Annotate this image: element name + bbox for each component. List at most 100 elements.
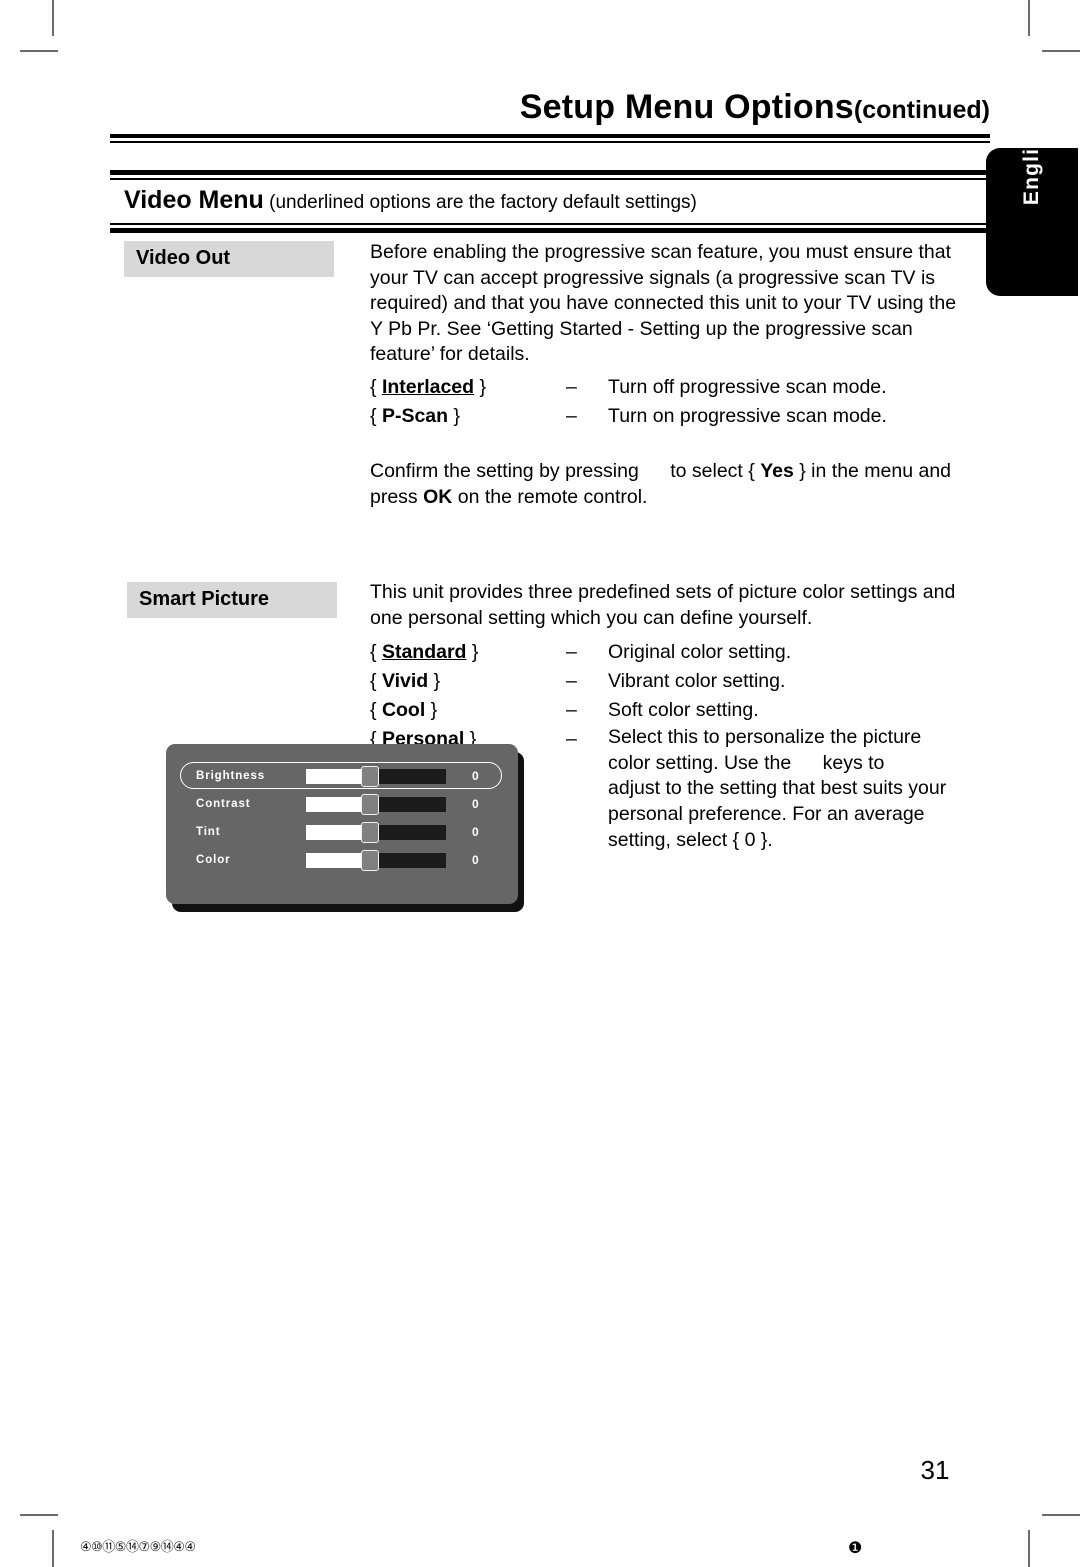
personal-desc-line-2b: keys to [822,751,885,774]
confirm-note-ok: OK [423,485,453,508]
osd-slider-knob[interactable] [361,821,379,843]
option-dash: – [566,404,577,427]
osd-label: Color [196,854,231,866]
osd-slider-knob[interactable] [361,849,379,871]
section-header-bar: Video Menu (underlined options are the f… [110,170,990,233]
entry-body-video-out: Before enabling the progressive scan fea… [370,240,970,510]
option-dash: – [566,699,577,722]
option-description: Original color setting. [608,641,792,664]
option-name: { Interlaced } [370,375,486,398]
entry-label-smart-picture: Smart Picture [127,582,337,618]
option-name: { P-Scan } [370,404,460,427]
osd-value: 0 [472,769,479,783]
option-name-text: Standard [381,641,467,664]
option-name: { Standard } [370,641,479,664]
personal-desc-line-2a: color setting. Use the [608,751,792,774]
osd-slider[interactable] [306,849,446,871]
osd-row-color[interactable]: Color 0 [178,846,506,874]
crop-mark-top-left-vertical [52,0,54,36]
document-page: Setup Menu Options(continued) Video Menu… [0,0,1080,1567]
osd-slider-track-filled [306,768,368,784]
confirm-note-part2: to select { [670,459,755,482]
osd-row-brightness[interactable]: Brightness 0 [178,762,506,790]
option-name-text: Interlaced [381,375,475,398]
option-dash: – [566,728,577,751]
footer-registration-mark: ❶ [848,1540,863,1557]
section-header-text: Video Menu (underlined options are the f… [110,180,990,223]
page-title-main: Setup Menu Options [519,88,854,126]
osd-label: Contrast [196,798,251,810]
smart-picture-intro: This unit provides three predefined sets… [370,581,956,629]
osd-slider-track-filled [306,852,368,868]
osd-slider[interactable] [306,821,446,843]
osd-row-contrast[interactable]: Contrast 0 [178,790,506,818]
personal-desc-line-2: color setting. Use the keys to [608,751,970,777]
confirm-note-yes: Yes [760,459,794,482]
osd-row-list: Brightness 0 Contrast 0 Tint 0 Color 0 [178,762,506,874]
osd-picture-settings-graphic: Brightness 0 Contrast 0 Tint 0 Color 0 [166,744,524,912]
language-tab-english: English [986,121,1078,296]
header-rule-thick [110,134,990,138]
page-number: 31 [920,1455,950,1485]
option-description: Select this to personalize the picture c… [608,725,970,853]
option-row: { Cool } – Soft color setting. [370,696,970,725]
osd-row-tint[interactable]: Tint 0 [178,818,506,846]
video-out-option-list: { Interlaced } – Turn off progressive sc… [370,373,970,431]
crop-mark-bottom-left-horizontal [20,1514,58,1516]
osd-slider[interactable] [306,793,446,815]
option-dash: – [566,641,577,664]
confirm-note-part4: on the remote control. [457,485,648,508]
page-title-continued: (continued) [853,96,990,124]
osd-slider-knob[interactable] [361,793,379,815]
osd-slider-track-empty [368,768,446,784]
header-rule-thin [110,141,990,143]
entry-label-video-out-text: Video Out [136,247,231,269]
crop-mark-bottom-right-horizontal [1042,1514,1080,1516]
option-name-text: Cool [381,699,426,722]
crop-mark-bottom-left-vertical [52,1530,54,1567]
osd-slider-track-filled [306,824,368,840]
osd-label: Tint [196,826,221,838]
personal-desc-line-1: Select this to personalize the picture [608,726,922,749]
option-dash: – [566,375,577,398]
video-out-intro: Before enabling the progressive scan fea… [370,241,957,366]
language-tab-label: English [1020,120,1043,206]
osd-slider-track-empty [368,852,446,868]
option-description: Soft color setting. [608,699,759,722]
option-description: Turn on progressive scan mode. [608,404,887,427]
footer-code-marks: ④⑩⑪⑤⑭⑦⑨⑭④④ [80,1539,196,1554]
section-subtitle: (underlined options are the factory defa… [263,192,697,213]
entry-label-video-out: Video Out [124,241,334,277]
osd-slider-track-empty [368,824,446,840]
option-row: { Interlaced } – Turn off progressive sc… [370,373,970,402]
osd-value: 0 [472,825,479,839]
osd-value: 0 [472,853,479,867]
video-out-confirm-note: Confirm the setting by pressing to selec… [370,459,970,510]
crop-mark-top-left-horizontal [20,50,58,52]
option-row: { Vivid } – Vibrant color setting. [370,667,970,696]
section-rule-bottom-thick [110,228,990,233]
osd-slider-knob[interactable] [361,765,379,787]
entry-label-smart-picture-text: Smart Picture [139,588,270,610]
osd-slider-track-filled [306,796,368,812]
osd-label: Brightness [196,770,266,782]
personal-desc-line-4: personal preference. For an average [608,802,925,825]
osd-slider[interactable] [306,765,446,787]
option-name-text: P-Scan [381,404,449,427]
option-row: { P-Scan } – Turn on progressive scan mo… [370,402,970,431]
crop-mark-bottom-right-vertical [1028,1530,1030,1567]
confirm-note-part1: Confirm the setting by pressing [370,459,639,482]
option-description: Vibrant color setting. [608,670,786,693]
option-dash: – [566,670,577,693]
crop-mark-top-right-vertical [1028,0,1030,36]
option-row: { Standard } – Original color setting. [370,638,970,667]
option-description: Turn off progressive scan mode. [608,375,887,398]
option-name: { Cool } [370,699,438,722]
option-name-text: Vivid [381,670,429,693]
personal-desc-line-5: setting, select { 0 }. [608,828,773,851]
osd-slider-track-empty [368,796,446,812]
section-rule-bottom-thin [110,223,990,225]
page-title: Setup Menu Options(continued) [110,88,990,127]
section-title: Video Menu [124,186,264,214]
crop-mark-top-right-horizontal [1042,50,1080,52]
